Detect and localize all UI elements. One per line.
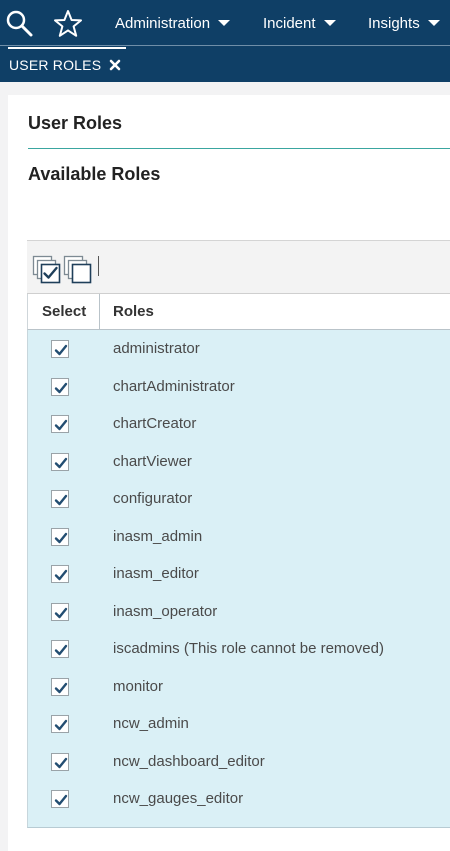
main-nav: Administration Incident Insights [0,0,450,46]
role-name: inasm_editor [113,565,199,582]
column-header-select[interactable]: Select [42,294,86,330]
checkbox-checked-icon [54,532,68,543]
row-checkbox[interactable] [51,565,69,583]
checkbox-checked-icon [54,419,68,431]
role-name: chartAdministrator [113,377,235,395]
row-checkbox[interactable] [51,415,69,433]
role-name: configurator [113,490,193,507]
checkbox-checked-icon [54,382,68,393]
row-checkbox[interactable] [51,677,69,696]
page-title: User Roles [28,113,123,133]
table-row[interactable]: monitor [28,668,450,705]
role-name: monitor [113,677,164,695]
top-header: Administration Incident Insights USER RO… [0,0,450,82]
role-name: ncw_gauges_editor [113,790,244,807]
checkbox-checked-icon [54,494,68,506]
role-name: chartViewer [113,452,192,470]
table-row[interactable]: ncw_gauges_editor [28,780,450,817]
table-row[interactable]: ncw_dashboard_editor [28,743,450,780]
checkbox-checked-icon [54,457,68,468]
row-checkbox[interactable] [51,340,69,358]
title-divider [28,148,450,149]
close-icon[interactable] [108,57,122,71]
row-checkbox[interactable] [51,490,69,508]
table-row[interactable]: iscadmins (This role cannot be removed) [28,630,450,667]
checkbox-checked-icon [54,569,68,581]
active-tab-indicator [8,47,126,49]
chevron-down-icon [427,20,440,27]
chevron-down-icon [218,20,231,27]
column-divider [99,294,100,330]
nav-incident-menu[interactable]: Incident [263,0,336,46]
table-row[interactable]: inasm_operator [28,593,450,630]
role-name: administrator [113,340,200,357]
nav-insights-label: Insights [368,15,420,32]
table-row[interactable]: chartAdministrator [28,368,450,405]
nav-incident-label: Incident [263,15,316,32]
table-row[interactable]: chartCreator [28,405,450,442]
row-checkbox[interactable] [51,527,69,546]
star-icon[interactable] [52,8,84,40]
table-row[interactable]: chartViewer [28,443,450,480]
row-checkbox[interactable] [51,377,69,396]
search-icon[interactable] [4,8,36,40]
table-row[interactable]: ncw_admin [28,705,450,742]
row-checkbox[interactable] [51,715,69,733]
role-name: iscadmins (This role cannot be removed) [113,640,384,657]
nav-administration-menu[interactable]: Administration [115,0,231,46]
tab-label: USER ROLES [9,57,102,73]
row-checkbox[interactable] [51,640,69,658]
table-row[interactable]: configurator [28,480,450,517]
role-name: inasm_admin [113,527,203,545]
checkbox-checked-icon [54,682,68,693]
column-header-roles[interactable]: Roles [113,294,154,330]
row-checkbox[interactable] [51,602,69,621]
table-header: Select Roles [27,294,450,330]
checkbox-checked-icon [54,644,68,656]
checkbox-checked-icon [54,794,68,806]
table-row[interactable]: inasm_editor [28,555,450,592]
table-toolbar [27,240,450,294]
section-title: Available Roles [28,164,161,184]
checkbox-checked-icon [54,344,68,356]
checkbox-checked-icon [54,719,68,731]
role-name: ncw_dashboard_editor [113,752,265,770]
row-checkbox[interactable] [51,790,69,808]
content-panel: User Roles Available Roles Select Roles … [8,95,450,851]
row-checkbox[interactable] [51,752,69,771]
role-name: inasm_operator [113,602,218,620]
nav-administration-label: Administration [115,15,211,32]
chevron-down-icon [323,20,336,27]
table-row[interactable]: inasm_admin [28,518,450,555]
roles-table-body: administrator chartAdministrator chartCrea… [27,330,450,828]
nav-insights-menu[interactable]: Insights [368,0,440,46]
deselect-all-icon[interactable] [63,255,93,285]
toolbar-separator [98,256,99,276]
checkbox-checked-icon [54,607,68,618]
role-name: chartCreator [113,415,197,432]
select-all-icon[interactable] [32,255,62,285]
row-checkbox[interactable] [51,452,69,471]
role-name: ncw_admin [113,715,189,732]
table-row[interactable]: administrator [28,330,450,367]
tab-user-roles[interactable]: USER ROLES [0,47,126,82]
checkbox-checked-icon [54,757,68,768]
